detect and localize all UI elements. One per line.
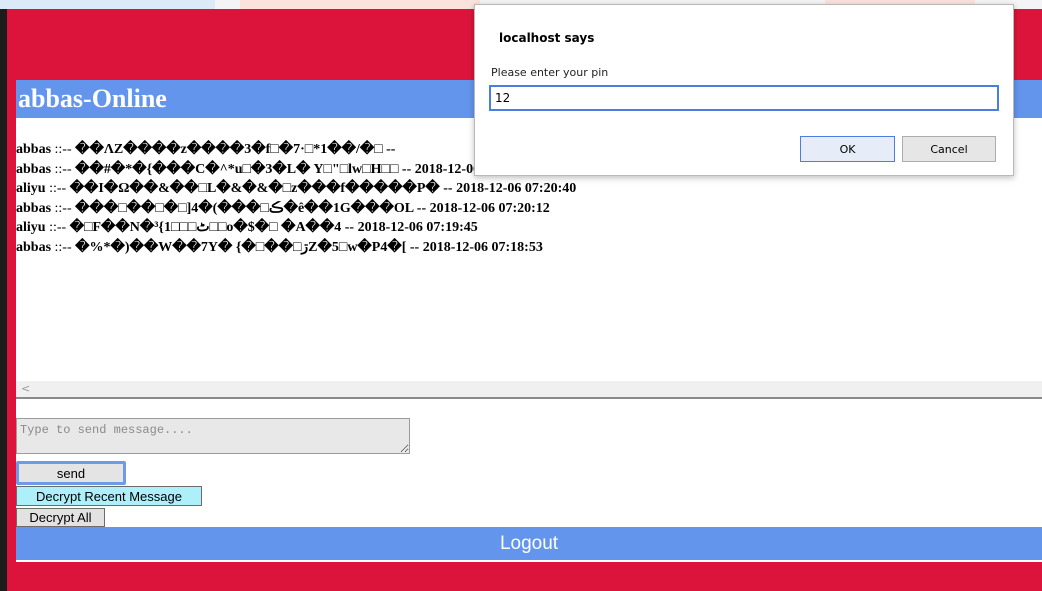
message-sender: aliyu <box>16 220 46 235</box>
pin-prompt-dialog: localhost says Please enter your pin OK … <box>474 4 1014 176</box>
message-timestamp: 2018-12-06 07:19:45 <box>357 220 478 235</box>
message-body: �□F��N�³{ٹ□□□1□□o�$�□ �A��4 -- <box>69 220 355 235</box>
message-sender: abbas <box>16 161 52 177</box>
message-timestamp: 2018-12-06 07:18:53 <box>422 239 543 255</box>
logout-link[interactable]: Logout <box>16 527 1042 560</box>
pin-input[interactable] <box>489 85 999 111</box>
message-list[interactable]: abbas ::-- ��ΛZ����z����3�f□�7·□*1��/�□ … <box>16 140 1042 381</box>
message-separator: ::-- <box>51 239 76 255</box>
cancel-button[interactable]: Cancel <box>902 136 996 162</box>
message-separator: ::-- <box>51 161 76 177</box>
message-sender: abbas <box>16 200 52 216</box>
message-row: aliyu ::-- �□F��N�³{ٹ□□□1□□o�$�□ �A��4 -… <box>16 218 1042 238</box>
message-body: �%*�)��W��7Y� {�□��□ڗZ�5□w�P4�[ -- <box>75 239 420 255</box>
message-body: ��#�*�{���C�^*u□�3�L� Y□"□lw□H□□ -- <box>75 161 412 177</box>
message-separator: ::-- <box>45 220 70 235</box>
message-body: ���□��□�□]4�(���□ڪ�ê��1G���OL -- <box>75 200 427 216</box>
message-separator: ::-- <box>51 200 76 216</box>
decrypt-recent-button[interactable]: Decrypt Recent Message <box>16 486 202 506</box>
decrypt-all-button[interactable]: Decrypt All <box>16 508 105 527</box>
scroll-left-icon[interactable]: < <box>21 381 30 397</box>
message-row: aliyu ::-- ��I�Ω��&��□L�&�&�□z���f�����P… <box>16 179 1042 199</box>
message-timestamp: 2018-12-06 07:20:12 <box>429 200 550 216</box>
ok-button[interactable]: OK <box>800 136 895 162</box>
horizontal-scrollbar[interactable]: < <box>16 381 1042 399</box>
message-separator: ::-- <box>45 181 70 196</box>
message-row: abbas ::-- ���□��□�□]4�(���□ڪ�ê��1G���OL… <box>16 199 1042 219</box>
message-separator: ::-- <box>51 142 76 157</box>
message-sender: abbas <box>16 142 52 157</box>
message-sender: aliyu <box>16 181 46 196</box>
message-row: abbas ::-- �%*�)��W��7Y� {�□��□ڗZ�5□w�P4… <box>16 238 1042 258</box>
footer-bar: Logout <box>16 527 1042 560</box>
message-input[interactable] <box>16 418 410 454</box>
message-body: ��ΛZ����z����3�f□�7·□*1��/�□ -- <box>75 142 396 157</box>
page-title: abbas-Online <box>18 84 167 113</box>
message-body: ��I�Ω��&��□L�&�&�□z���f�����P� -- <box>69 181 453 196</box>
dialog-message: Please enter your pin <box>491 66 609 79</box>
dialog-title: localhost says <box>499 31 595 45</box>
browser-tab[interactable] <box>240 0 480 9</box>
send-button[interactable]: send <box>16 461 126 485</box>
message-timestamp: 2018-12-06 07:20:40 <box>456 181 577 196</box>
message-sender: abbas <box>16 239 52 255</box>
browser-tab[interactable] <box>0 0 215 9</box>
window-left-edge <box>0 9 7 591</box>
